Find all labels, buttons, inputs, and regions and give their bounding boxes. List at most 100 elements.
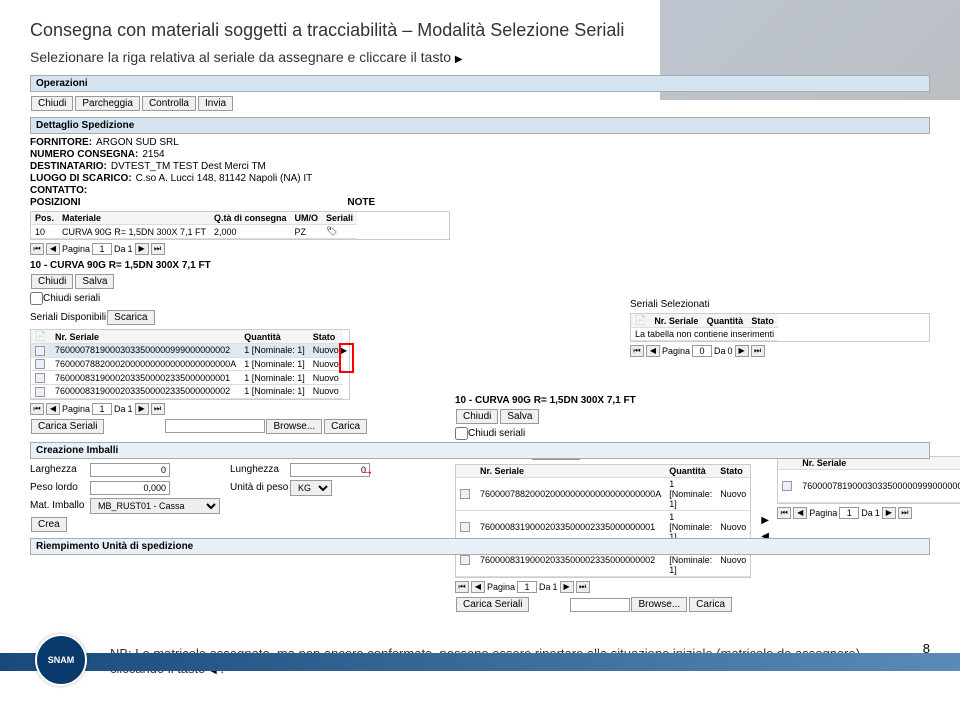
- table-row[interactable]: 10 CURVA 90G R= 1,5DN 300X 7,1 FT 2,000 …: [31, 225, 357, 239]
- chiudi-button[interactable]: Chiudi: [31, 96, 73, 111]
- larghezza-input[interactable]: [90, 463, 170, 477]
- pager-next-icon[interactable]: ▶: [560, 581, 574, 593]
- th-stato: Stato: [309, 330, 343, 344]
- th-nr: Nr. Seriale: [650, 314, 702, 328]
- arrow-right-icon: ▶: [455, 54, 463, 65]
- seriali-sel-table: 📄 Nr. Seriale Quantità Stato La tabella …: [631, 314, 778, 341]
- lunghezza-label: Lunghezza: [230, 464, 290, 475]
- operazioni-header: Operazioni: [30, 75, 930, 92]
- th-qta: Q.tà di consegna: [210, 212, 291, 225]
- seriali-disp-table: 📄 Nr. Seriale Quantità Stato 76000078190…: [31, 330, 343, 399]
- pager-last-icon[interactable]: ⏭: [751, 345, 765, 357]
- rp-browse-button[interactable]: Browse...: [631, 597, 687, 612]
- salva-button[interactable]: Salva: [75, 274, 114, 289]
- browse-button[interactable]: Browse...: [266, 419, 322, 434]
- th-qta2: Quantità: [703, 314, 748, 328]
- carica-seriali-button[interactable]: Carica Seriali: [31, 419, 104, 434]
- lunghezza-input[interactable]: [290, 463, 370, 477]
- table-row[interactable]: 76000083190002033500002335000000001 1 [N…: [31, 371, 343, 385]
- pager-prev-icon[interactable]: ◀: [471, 581, 485, 593]
- crea-button[interactable]: Crea: [31, 517, 67, 532]
- th-nr: Nr. Seriale: [51, 330, 240, 344]
- pager-page-input[interactable]: [692, 345, 712, 357]
- consegna-label: NUMERO CONSEGNA:: [30, 149, 138, 160]
- scarica-button[interactable]: Scarica: [107, 310, 154, 325]
- pager-page-input[interactable]: [92, 403, 112, 415]
- pager-first-icon[interactable]: ⏮: [630, 345, 644, 357]
- row-select-icon[interactable]: [35, 387, 45, 397]
- pager-last-icon[interactable]: ⏭: [151, 243, 165, 255]
- fornitore-label: FORNITORE:: [30, 137, 92, 148]
- riempimento-header: Riempimento Unità di spedizione: [30, 538, 930, 555]
- luogo-label: LUOGO DI SCARICO:: [30, 173, 132, 184]
- creazione-header: Creazione Imballi: [30, 442, 930, 459]
- pager-last-icon[interactable]: ⏭: [576, 581, 590, 593]
- page-title: Consegna con materiali soggetti a tracci…: [30, 20, 930, 41]
- pager-sel: ⏮ ◀ Pagina Da 0 ▶ ⏭: [630, 345, 930, 357]
- seriali-sel-label: Seriali Selezionati: [630, 299, 930, 310]
- pager-pos: ⏮ ◀ Pagina Da 1 ▶ ⏭: [30, 243, 930, 255]
- unita-select[interactable]: KG: [290, 480, 332, 496]
- assign-arrow-icon[interactable]: ▶: [341, 346, 347, 355]
- seriali-icon[interactable]: 🏷: [322, 225, 357, 239]
- th-umo: UM/O: [291, 212, 323, 225]
- th-icon: 📄: [631, 314, 650, 328]
- chiudi-seriali-label: Chiudi seriali: [43, 293, 100, 304]
- destinatario-label: DESTINATARIO:: [30, 161, 107, 172]
- row-select-icon[interactable]: [35, 359, 45, 369]
- pager-page-input[interactable]: [517, 581, 537, 593]
- peso-label: Peso lordo: [30, 482, 90, 493]
- empty-msg: La tabella non contiene inserimenti: [631, 328, 778, 341]
- pager-prev-icon[interactable]: ◀: [646, 345, 660, 357]
- th-ser: Seriali: [322, 212, 357, 225]
- contatto-label: CONTATTO:: [30, 185, 87, 196]
- th-mat: Materiale: [58, 212, 210, 225]
- fornitore-value: ARGON SUD SRL: [96, 137, 179, 148]
- page-subtitle: Selezionare la riga relativa al seriale …: [30, 49, 930, 65]
- destinatario-value: DVTEST_TM TEST Dest Merci TM: [111, 161, 266, 172]
- rp-carica-seriali-button[interactable]: Carica Seriali: [456, 597, 529, 612]
- controlla-button[interactable]: Controlla: [142, 96, 196, 111]
- carica-button[interactable]: Carica: [324, 419, 367, 434]
- consegna-value: 2154: [142, 149, 164, 160]
- dettaglio-header: Dettaglio Spedizione: [30, 117, 930, 134]
- table-row[interactable]: 76000083190002033500002335000000002 1 [N…: [31, 384, 343, 398]
- rp-file-input[interactable]: [570, 598, 630, 612]
- pager-disp: ⏮ ◀ Pagina Da 1 ▶ ⏭: [30, 403, 615, 415]
- larghezza-label: Larghezza: [30, 464, 90, 475]
- note-label: NOTE: [347, 197, 375, 208]
- pager-first-icon[interactable]: ⏮: [455, 581, 469, 593]
- pager-prev-icon[interactable]: ◀: [46, 243, 60, 255]
- th-pos: Pos.: [31, 212, 58, 225]
- item-header: 10 - CURVA 90G R= 1,5DN 300X 7,1 FT: [30, 260, 930, 271]
- pager-next-icon[interactable]: ▶: [135, 243, 149, 255]
- th-qta2: Quantità: [240, 330, 309, 344]
- chiudi-seriali-checkbox[interactable]: [30, 292, 43, 305]
- row-select-icon[interactable]: [35, 373, 45, 383]
- pager-first-icon[interactable]: ⏮: [30, 243, 44, 255]
- file-input[interactable]: [165, 419, 265, 433]
- pager-page-input[interactable]: [92, 243, 112, 255]
- mat-imballo-label: Mat. Imballo: [30, 500, 90, 511]
- row-select-icon[interactable]: [35, 346, 45, 356]
- posizioni-table: Pos. Materiale Q.tà di consegna UM/O Ser…: [31, 212, 357, 239]
- pager-first-icon[interactable]: ⏮: [30, 403, 44, 415]
- chiudi2-button[interactable]: Chiudi: [31, 274, 73, 289]
- table-row[interactable]: 76000078820002000000000000000000000A 1 […: [31, 357, 343, 371]
- bottom-bar: [0, 653, 960, 671]
- peso-input[interactable]: [90, 481, 170, 495]
- unita-label: Unità di peso: [230, 482, 290, 493]
- pager-next-icon[interactable]: ▶: [135, 403, 149, 415]
- pager-next-icon[interactable]: ▶: [735, 345, 749, 357]
- parcheggia-button[interactable]: Parcheggia: [75, 96, 140, 111]
- luogo-value: C.so A. Lucci 148, 81142 Napoli (NA) IT: [136, 173, 313, 184]
- table-row[interactable]: 76000078190003033500000999000000002 1 [N…: [31, 344, 343, 358]
- posizioni-label: POSIZIONI: [30, 197, 81, 208]
- mat-imballo-select[interactable]: MB_RUST01 - Cassa: [90, 498, 220, 514]
- seriali-disp-label: Seriali Disponibili: [30, 312, 106, 323]
- rp-carica-button[interactable]: Carica: [689, 597, 732, 612]
- th-icon: 📄: [31, 330, 51, 344]
- pager-prev-icon[interactable]: ◀: [46, 403, 60, 415]
- invia-button[interactable]: Invia: [198, 96, 233, 111]
- pager-last-icon[interactable]: ⏭: [151, 403, 165, 415]
